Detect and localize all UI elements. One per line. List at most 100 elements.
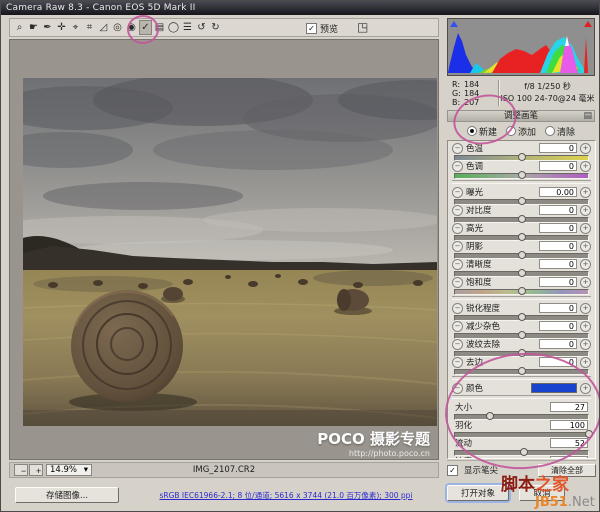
decrease-button[interactable]: −	[452, 240, 463, 252]
decrease-button[interactable]: −	[452, 160, 463, 172]
group-divider	[452, 376, 591, 380]
increase-button[interactable]: +	[580, 240, 591, 252]
toolbar: ⌕ ☛ ✒ ✛ ⌖ ⌗ ◿ ◎ ◉ ✓ ▤ ◯ ☰ ↺ ↻ ✓ 预览 ◳	[9, 18, 439, 37]
slider-row: − 高光 0 +	[452, 222, 591, 241]
increase-button[interactable]: +	[580, 356, 591, 368]
color-sampler-tool[interactable]: ✛	[55, 20, 68, 35]
adjustment-brush-tool[interactable]: ✓	[139, 20, 152, 35]
straighten-tool[interactable]: ◿	[97, 20, 110, 35]
white-balance-tool[interactable]: ✒	[41, 20, 54, 35]
increase-button[interactable]: +	[580, 160, 591, 172]
slider-thumb[interactable]	[517, 233, 526, 241]
preferences-button[interactable]: ☰	[181, 20, 194, 35]
decrease-button[interactable]: −	[452, 356, 463, 368]
slider-row: − 对比度 0 +	[452, 204, 591, 223]
crop-tool[interactable]: ⌗	[83, 20, 96, 35]
mode-radio-erase[interactable]: 清除	[545, 125, 575, 138]
slider-track[interactable]	[454, 432, 589, 438]
spot-removal-tool[interactable]: ◎	[111, 20, 124, 35]
decrease-button[interactable]: −	[452, 222, 463, 234]
targeted-adjustment-tool[interactable]: ⌖	[69, 20, 82, 35]
decrease-button[interactable]: −	[452, 186, 463, 198]
slider-row: − 锐化程度 0 +	[452, 302, 591, 321]
rotate-right-button[interactable]: ↻	[209, 20, 222, 35]
increase-button[interactable]: +	[580, 302, 591, 314]
slider-value-input[interactable]: 42	[550, 456, 588, 458]
color-label: 颜色	[466, 384, 484, 394]
graduated-filter-tool[interactable]: ▤	[153, 20, 166, 35]
shadow-clipping-indicator[interactable]	[450, 21, 458, 27]
increase-button[interactable]: +	[580, 382, 591, 394]
increase-button[interactable]: +	[580, 186, 591, 198]
image-preview-area[interactable]: POCO 摄影专题 http://photo.poco.cn	[9, 39, 439, 460]
slider-value-input[interactable]: 0	[539, 143, 577, 153]
slider-value-input[interactable]: 27	[550, 402, 588, 412]
decrease-button[interactable]: −	[452, 320, 463, 332]
save-image-button[interactable]: 存储图像...	[15, 487, 119, 503]
slider-thumb[interactable]	[517, 287, 526, 295]
panel-menu-icon[interactable]: ▤	[583, 111, 592, 121]
slider-thumb[interactable]	[517, 367, 526, 375]
decrease-button[interactable]: −	[452, 338, 463, 350]
slider-thumb[interactable]	[517, 331, 526, 339]
preview-checkbox[interactable]: ✓ 预览	[306, 22, 338, 35]
checkbox-check-icon: ✓	[447, 464, 458, 476]
increase-button[interactable]: +	[580, 142, 591, 154]
slider-value-input[interactable]: 0	[539, 339, 577, 349]
slider-thumb[interactable]	[585, 430, 593, 438]
decrease-button[interactable]: −	[452, 382, 463, 394]
clear-all-button[interactable]: 清除全部	[538, 463, 596, 477]
increase-button[interactable]: +	[580, 204, 591, 216]
mode-radio-add[interactable]: 添加	[505, 125, 536, 138]
increase-button[interactable]: +	[580, 320, 591, 332]
mode-radio-new[interactable]: 新建	[466, 125, 497, 138]
show-pins-label: 显示笔尖	[464, 466, 499, 476]
slider-value-input[interactable]: 0	[539, 321, 577, 331]
show-pins-checkbox[interactable]: ✓ 显示笔尖	[447, 464, 498, 476]
slider-value-input[interactable]: 0	[539, 205, 577, 215]
cancel-button[interactable]: 取消	[519, 485, 565, 501]
color-swatch[interactable]	[531, 383, 577, 393]
slider-thumb[interactable]	[517, 197, 526, 205]
slider-thumb[interactable]	[517, 171, 526, 179]
slider-value-input[interactable]: 0	[539, 259, 577, 269]
slider-value-input[interactable]: 0.00	[539, 187, 577, 197]
slider-value-input[interactable]: 52	[550, 438, 588, 448]
red-eye-tool[interactable]: ◉	[125, 20, 138, 35]
group-divider	[452, 180, 591, 184]
slider-value-input[interactable]: 0	[539, 161, 577, 171]
slider-thumb[interactable]	[517, 153, 526, 161]
slider-value-input[interactable]: 0	[539, 241, 577, 251]
workflow-options-link[interactable]: sRGB IEC61966-2.1; 8 位/通道; 5616 x 3744 (…	[131, 490, 441, 501]
rotate-left-button[interactable]: ↺	[195, 20, 208, 35]
slider-thumb[interactable]	[517, 349, 526, 357]
slider-thumb[interactable]	[517, 215, 526, 223]
zoom-tool[interactable]: ⌕	[13, 20, 26, 35]
increase-button[interactable]: +	[580, 338, 591, 350]
slider-track[interactable]	[454, 414, 589, 420]
decrease-button[interactable]: −	[452, 276, 463, 288]
slider-value-input[interactable]: 0	[539, 357, 577, 367]
photo-canvas[interactable]	[23, 78, 437, 426]
decrease-button[interactable]: −	[452, 204, 463, 216]
increase-button[interactable]: +	[580, 222, 591, 234]
highlight-clipping-indicator[interactable]	[584, 21, 592, 27]
slider-thumb[interactable]	[517, 269, 526, 277]
slider-value-input[interactable]: 100	[550, 420, 588, 430]
decrease-button[interactable]: −	[452, 142, 463, 154]
slider-thumb[interactable]	[517, 313, 526, 321]
slider-thumb[interactable]	[517, 251, 526, 259]
mode-label: 添加	[517, 127, 536, 138]
slider-value-input[interactable]: 0	[539, 277, 577, 287]
fullscreen-toggle-button[interactable]: ◳	[357, 20, 368, 34]
hand-tool[interactable]: ☛	[27, 20, 40, 35]
decrease-button[interactable]: −	[452, 302, 463, 314]
increase-button[interactable]: +	[580, 258, 591, 270]
radial-filter-tool[interactable]: ◯	[167, 20, 180, 35]
decrease-button[interactable]: −	[452, 258, 463, 270]
open-object-button[interactable]: 打开对象	[447, 485, 509, 501]
iso-lens-info: ISO 100 24-70@24 毫米	[500, 94, 595, 103]
slider-value-input[interactable]: 0	[539, 303, 577, 313]
increase-button[interactable]: +	[580, 276, 591, 288]
slider-value-input[interactable]: 0	[539, 223, 577, 233]
